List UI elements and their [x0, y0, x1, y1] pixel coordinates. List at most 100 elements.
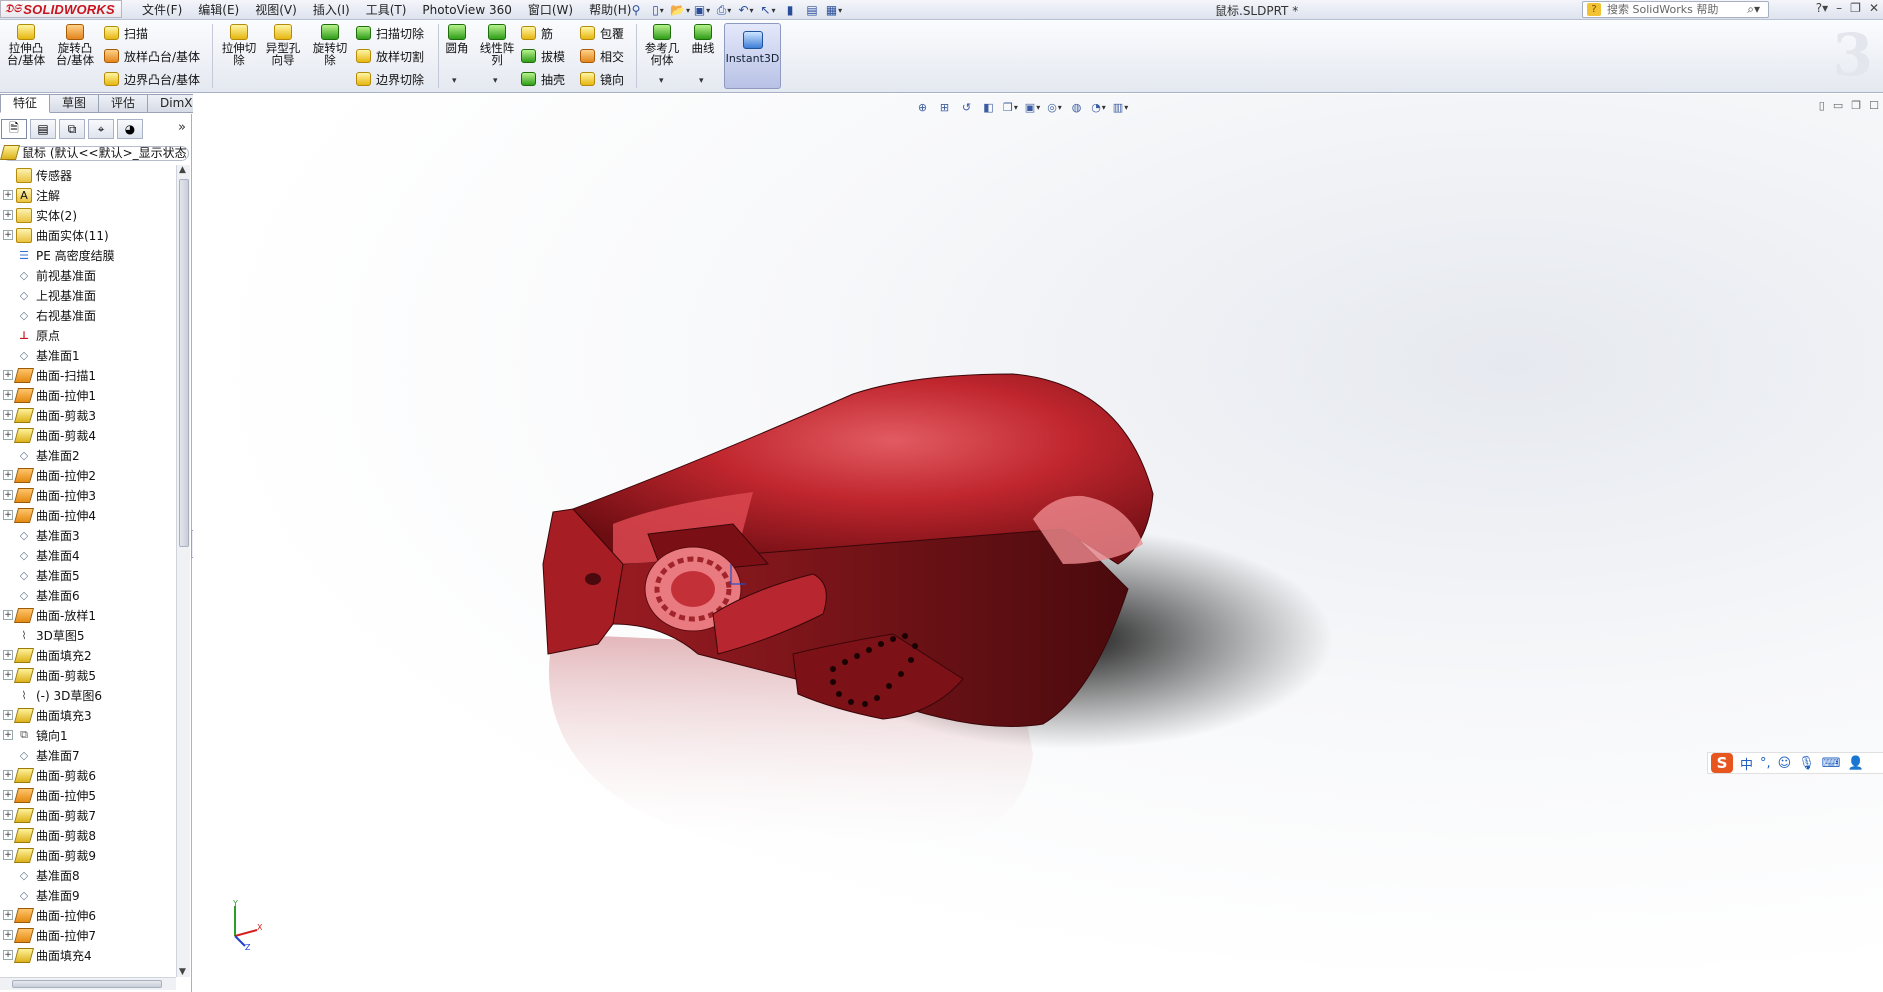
tree-item[interactable]: ◇ 基准面1	[0, 345, 176, 365]
expand-toggle-icon[interactable]: +	[3, 430, 13, 440]
graphics-area[interactable]: ⊕ ⊞ ↺ ◧ ❒ ▣ ◎ ◍ ◔ ▥ ▯ ▭ ❐ ☐	[193, 94, 1883, 992]
help-search-input[interactable]: 搜索 SolidWorks 帮助 ? ⌕▾	[1582, 1, 1769, 18]
expand-toggle-icon[interactable]: +	[3, 650, 13, 660]
tree-item[interactable]: ◇ 右视基准面	[0, 305, 176, 325]
scroll-up-icon[interactable]: ▲	[179, 165, 186, 175]
expand-toggle-icon[interactable]: +	[3, 910, 13, 920]
hole-wizard-button[interactable]: 异型孔 向导	[263, 24, 303, 66]
tree-item[interactable]: 传感器	[0, 165, 176, 185]
expand-toggle-icon[interactable]: +	[3, 830, 13, 840]
tree-item[interactable]: + A 注解	[0, 185, 176, 205]
menu-item[interactable]: 工具(T)	[358, 1, 415, 19]
rib-button[interactable]: 筋	[521, 23, 553, 43]
print-icon[interactable]: ⎙	[714, 2, 734, 19]
expand-toggle-icon[interactable]: +	[3, 410, 13, 420]
expand-toggle-icon[interactable]: +	[3, 510, 13, 520]
expand-toggle-icon[interactable]: +	[3, 390, 13, 400]
tree-item[interactable]: + 曲面-拉伸4	[0, 505, 176, 525]
fillet-button[interactable]: 圆角	[443, 24, 471, 54]
menu-item[interactable]: 编辑(E)	[190, 1, 247, 19]
scroll-down-icon[interactable]: ▼	[179, 967, 186, 977]
feature-manager-tab-icon[interactable]: 🗎	[1, 119, 27, 139]
tree-item[interactable]: + 曲面-扫描1	[0, 365, 176, 385]
tree-item[interactable]: + 曲面-剪裁9	[0, 845, 176, 865]
expand-toggle-icon[interactable]: +	[3, 710, 13, 720]
expand-toggle-icon[interactable]: +	[3, 610, 13, 620]
menu-item[interactable]: 视图(V)	[247, 1, 305, 19]
tree-item[interactable]: + 曲面填充3	[0, 705, 176, 725]
linear-pattern-button[interactable]: 线性阵 列	[477, 24, 517, 66]
loft-boss-button[interactable]: 放样凸台/基体	[104, 46, 200, 66]
scroll-thumb[interactable]	[179, 179, 189, 547]
new-document-icon[interactable]: ▯	[648, 2, 668, 19]
ime-punctuation-icon[interactable]: °,	[1760, 756, 1771, 771]
tree-item[interactable]: ◇ 基准面9	[0, 885, 176, 905]
tree-item[interactable]: + 曲面填充2	[0, 645, 176, 665]
search-magnifier-icon[interactable]: ⌕▾	[1747, 2, 1760, 17]
curves-dropdown-icon[interactable]: ▾	[699, 76, 704, 86]
tab-1[interactable]: 草图	[50, 94, 100, 113]
tab-2[interactable]: 评估	[99, 94, 149, 113]
expand-toggle-icon[interactable]: +	[3, 950, 13, 960]
tree-item[interactable]: + 曲面填充4	[0, 945, 176, 965]
lofted-cut-button[interactable]: 放样切割	[356, 46, 424, 66]
tree-item[interactable]: + 曲面-拉伸1	[0, 385, 176, 405]
tree-item[interactable]: + ⧉ 镜向1	[0, 725, 176, 745]
tree-root[interactable]: 鼠标 (默认<<默认>_显示状态	[0, 142, 187, 162]
pin-icon[interactable]: ⚲	[626, 2, 646, 19]
restore-icon[interactable]: ❐	[1850, 1, 1861, 15]
tree-item[interactable]: ◇ 前视基准面	[0, 265, 176, 285]
property-manager-tab-icon[interactable]: ▤	[30, 119, 56, 139]
pattern-dropdown-icon[interactable]: ▾	[493, 76, 498, 86]
tree-item[interactable]: ◇ 基准面8	[0, 865, 176, 885]
sweep-button[interactable]: 扫描	[104, 23, 148, 43]
help-question-icon[interactable]: ?▾	[1816, 1, 1828, 15]
ime-emoji-icon[interactable]: ☺	[1778, 756, 1792, 771]
boundary-cut-button[interactable]: 边界切除	[356, 69, 424, 89]
undo-icon[interactable]: ↶	[736, 2, 756, 19]
tree-item[interactable]: ◇ 上视基准面	[0, 285, 176, 305]
tree-item[interactable]: + 曲面-放样1	[0, 605, 176, 625]
expand-toggle-icon[interactable]: +	[3, 210, 13, 220]
tree-vertical-scrollbar[interactable]: ▲ ▼	[176, 165, 190, 977]
ime-user-icon[interactable]: 👤	[1848, 756, 1864, 771]
sogou-ime-logo-icon[interactable]: S	[1711, 753, 1733, 773]
tree-item[interactable]: + 曲面实体(11)	[0, 225, 176, 245]
minimize-icon[interactable]: –	[1836, 1, 1842, 15]
tree-item[interactable]: ◇ 基准面6	[0, 585, 176, 605]
configuration-manager-tab-icon[interactable]: ⧉	[59, 119, 85, 139]
tree-item[interactable]: + 曲面-拉伸7	[0, 925, 176, 945]
options-icon[interactable]: ▦	[824, 2, 844, 19]
rebuild-traffic-light-icon[interactable]: ▮	[780, 2, 800, 19]
expand-toggle-icon[interactable]: +	[3, 670, 13, 680]
menu-item[interactable]: PhotoView 360	[414, 1, 519, 19]
tree-item[interactable]: ◇ 基准面4	[0, 545, 176, 565]
expand-toggle-icon[interactable]: +	[3, 370, 13, 380]
reference-geometry-button[interactable]: 参考几 何体	[642, 24, 682, 66]
tree-horizontal-scrollbar[interactable]	[0, 977, 176, 990]
select-arrow-icon[interactable]: ↖	[758, 2, 778, 19]
expand-toggle-icon[interactable]: +	[3, 190, 13, 200]
revolve-cut-button[interactable]: 旋转切 除	[310, 24, 350, 66]
close-icon[interactable]: ✕	[1869, 1, 1879, 15]
expand-toggle-icon[interactable]: +	[3, 790, 13, 800]
display-manager-tab-icon[interactable]: ◕	[117, 119, 143, 139]
tree-item[interactable]: + 曲面-剪裁4	[0, 425, 176, 445]
expand-toggle-icon[interactable]: +	[3, 490, 13, 500]
tree-item[interactable]: ◇ 基准面5	[0, 565, 176, 585]
wrap-button[interactable]: 包覆	[580, 23, 624, 43]
tree-item[interactable]: ⊥ 原点	[0, 325, 176, 345]
instant3d-toggle[interactable]: Instant3D	[724, 23, 781, 89]
menu-item[interactable]: 插入(I)	[305, 1, 358, 19]
tree-item[interactable]: ☰ PE 高密度结膜	[0, 245, 176, 265]
intersect-button[interactable]: 相交	[580, 46, 624, 66]
file-properties-icon[interactable]: ▤	[802, 2, 822, 19]
expand-toggle-icon[interactable]: +	[3, 770, 13, 780]
tree-item[interactable]: + 实体(2)	[0, 205, 176, 225]
tree-item[interactable]: ◇ 基准面2	[0, 445, 176, 465]
more-tabs-icon[interactable]: »	[178, 120, 186, 135]
extrude-boss-button[interactable]: 拉伸凸 台/基体	[6, 24, 46, 66]
save-icon[interactable]: ▣	[692, 2, 712, 19]
tree-item[interactable]: ◇ 基准面3	[0, 525, 176, 545]
mouse-3d-model[interactable]	[193, 94, 1883, 992]
